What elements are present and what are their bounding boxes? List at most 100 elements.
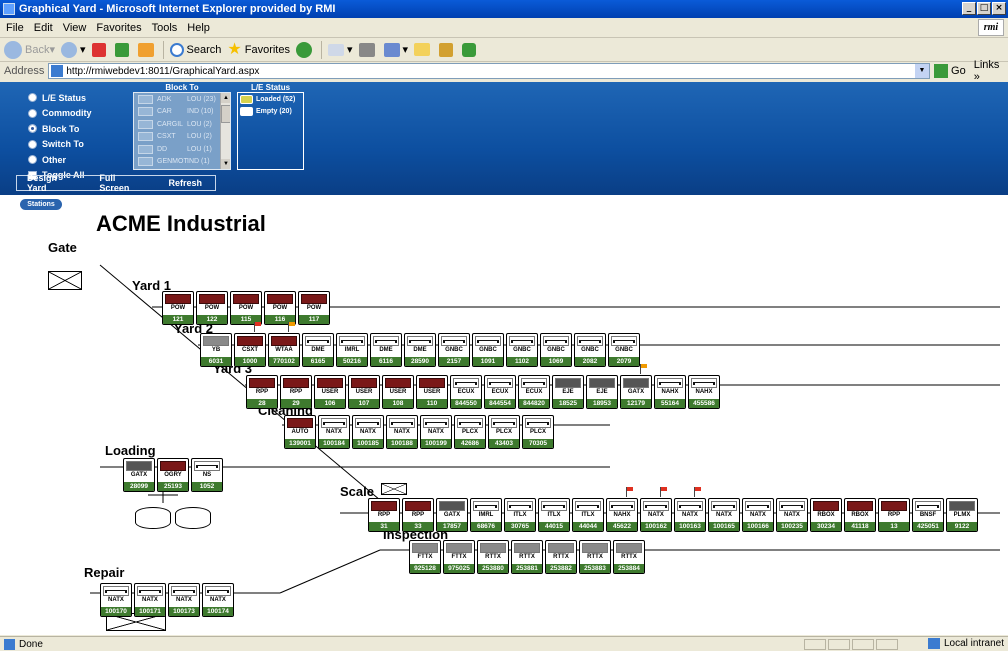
railcar[interactable]: NATX 100185 [352, 415, 384, 449]
railcar[interactable]: RTTX 253880 [477, 540, 509, 574]
railcar[interactable]: FTTX 925128 [409, 540, 441, 574]
railcar[interactable]: RBOX 41118 [844, 498, 876, 532]
menu-help[interactable]: Help [187, 22, 210, 34]
radio-icon[interactable] [28, 139, 37, 149]
railcar[interactable]: BNSF 425051 [912, 498, 944, 532]
railcar[interactable]: PLCX 43403 [488, 415, 520, 449]
menu-view[interactable]: View [63, 22, 87, 34]
railcar[interactable]: NATX 100188 [386, 415, 418, 449]
railcar[interactable]: EJE 18525 [552, 375, 584, 409]
links-button[interactable]: Links » [974, 59, 1008, 83]
railcar[interactable]: GNBC 2079 [608, 333, 640, 367]
railcar[interactable]: POW 117 [298, 291, 330, 325]
maximize-button[interactable]: □ [977, 2, 991, 15]
refresh-yard-button[interactable]: Refresh [168, 178, 202, 188]
railcar[interactable]: RPP 13 [878, 498, 910, 532]
railcar[interactable]: PLCX 70305 [522, 415, 554, 449]
scale-icon[interactable] [381, 483, 407, 495]
print-button[interactable] [358, 42, 378, 57]
favorites-button[interactable]: ★ Favorites [227, 41, 290, 58]
railcar[interactable]: YB 6031 [200, 333, 232, 367]
back-button[interactable]: Back ▾ [4, 40, 55, 59]
railcar[interactable]: NATX 100162 [640, 498, 672, 532]
railcar[interactable]: USER 110 [416, 375, 448, 409]
railcar[interactable]: RTTX 253882 [545, 540, 577, 574]
option-commodity[interactable]: Commodity [28, 106, 92, 122]
railcar[interactable]: RTTX 253884 [613, 540, 645, 574]
go-button[interactable]: Go [934, 64, 966, 78]
gate-icon[interactable] [48, 271, 82, 290]
railcar[interactable]: GATX 12179 [620, 375, 652, 409]
close-button[interactable]: × [992, 2, 1006, 15]
menu-file[interactable]: File [6, 22, 24, 34]
railcar[interactable]: NATX 100163 [674, 498, 706, 532]
railcar[interactable]: POW 116 [264, 291, 296, 325]
block-to-item[interactable]: DD LOU (1) [134, 143, 230, 156]
media-button[interactable] [295, 41, 315, 58]
scroll-thumb[interactable] [221, 105, 230, 123]
railcar[interactable]: NATX 100173 [168, 583, 200, 617]
railcar[interactable]: GNBC 1102 [506, 333, 538, 367]
railcar[interactable]: NATX 100235 [776, 498, 808, 532]
edit-button[interactable]: ▾ [383, 42, 408, 57]
railcar[interactable]: NATX 100166 [742, 498, 774, 532]
railcar[interactable]: FTTX 975025 [443, 540, 475, 574]
railcar[interactable]: RTTX 253881 [511, 540, 543, 574]
railcar[interactable]: NAHX 55164 [654, 375, 686, 409]
railcar[interactable]: ITLX 30765 [504, 498, 536, 532]
railcar[interactable]: PLCX 42686 [454, 415, 486, 449]
railcar[interactable]: NS 1052 [191, 458, 223, 492]
scroll-up-icon[interactable]: ▲ [221, 93, 230, 103]
railcar[interactable]: NATX 100184 [318, 415, 350, 449]
railcar[interactable]: GATX 28099 [123, 458, 155, 492]
railcar[interactable]: PLMX 9122 [946, 498, 978, 532]
refresh-button[interactable] [114, 42, 132, 57]
railcar[interactable]: POW 121 [162, 291, 194, 325]
minimize-button[interactable]: _ [962, 2, 976, 15]
block-to-item[interactable]: CARGIL LOU (2) [134, 118, 230, 131]
railcar[interactable]: RTTX 253883 [579, 540, 611, 574]
railcar[interactable]: AUTO 139001 [284, 415, 316, 449]
railcar[interactable]: DME 6165 [302, 333, 334, 367]
railcar[interactable]: POW 122 [196, 291, 228, 325]
option-block-to[interactable]: Block To [28, 121, 92, 137]
railcar[interactable]: IMRL 50216 [336, 333, 368, 367]
full-screen-button[interactable]: Full Screen [99, 173, 145, 193]
tab-stations[interactable]: Stations [20, 199, 62, 210]
railcar[interactable]: CSXT 1000 [234, 333, 266, 367]
forward-button[interactable]: ▾ [61, 41, 86, 58]
flag-icon[interactable] [288, 322, 296, 332]
railcar[interactable]: GNBC 1091 [472, 333, 504, 367]
radio-icon[interactable] [28, 108, 37, 118]
mail-button[interactable]: ▾ [327, 43, 353, 56]
railcar[interactable]: NATX 100165 [708, 498, 740, 532]
block-to-item[interactable]: CAR IND (10) [134, 106, 230, 119]
railcar[interactable]: EJE 18953 [586, 375, 618, 409]
railcar[interactable]: DME 6116 [370, 333, 402, 367]
block-to-item[interactable]: GENMOT IND (1) [134, 156, 230, 169]
flag-icon[interactable] [694, 487, 702, 497]
railcar[interactable]: USER 108 [382, 375, 414, 409]
address-input[interactable]: http://rmiwebdev1:8011/GraphicalYard.asp… [48, 63, 931, 79]
radio-icon[interactable] [28, 124, 37, 134]
railcar[interactable]: RPP 29 [280, 375, 312, 409]
railcar[interactable]: RBOX 30234 [810, 498, 842, 532]
railcar[interactable]: IMRL 68676 [470, 498, 502, 532]
railcar[interactable]: NAHX 45622 [606, 498, 638, 532]
railcar[interactable]: ECUX 844554 [484, 375, 516, 409]
railcar[interactable]: RPP 33 [402, 498, 434, 532]
railcar[interactable]: OGRY 25193 [157, 458, 189, 492]
railcar[interactable]: ITLX 44015 [538, 498, 570, 532]
radio-icon[interactable] [28, 93, 37, 103]
railcar[interactable]: POW 115 [230, 291, 262, 325]
block-to-scrollbar[interactable]: ▲ ▼ [220, 93, 230, 169]
flag-icon[interactable] [660, 487, 668, 497]
design-yard-button[interactable]: Design Yard [27, 173, 76, 193]
option-le-status[interactable]: L/E Status [28, 90, 92, 106]
railcar[interactable]: GATX 17857 [436, 498, 468, 532]
railcar[interactable]: NAHX 455586 [688, 375, 720, 409]
option-other[interactable]: Other [28, 152, 92, 168]
flag-icon[interactable] [640, 364, 648, 374]
scroll-down-icon[interactable]: ▼ [221, 159, 230, 169]
flag-icon[interactable] [254, 322, 262, 332]
